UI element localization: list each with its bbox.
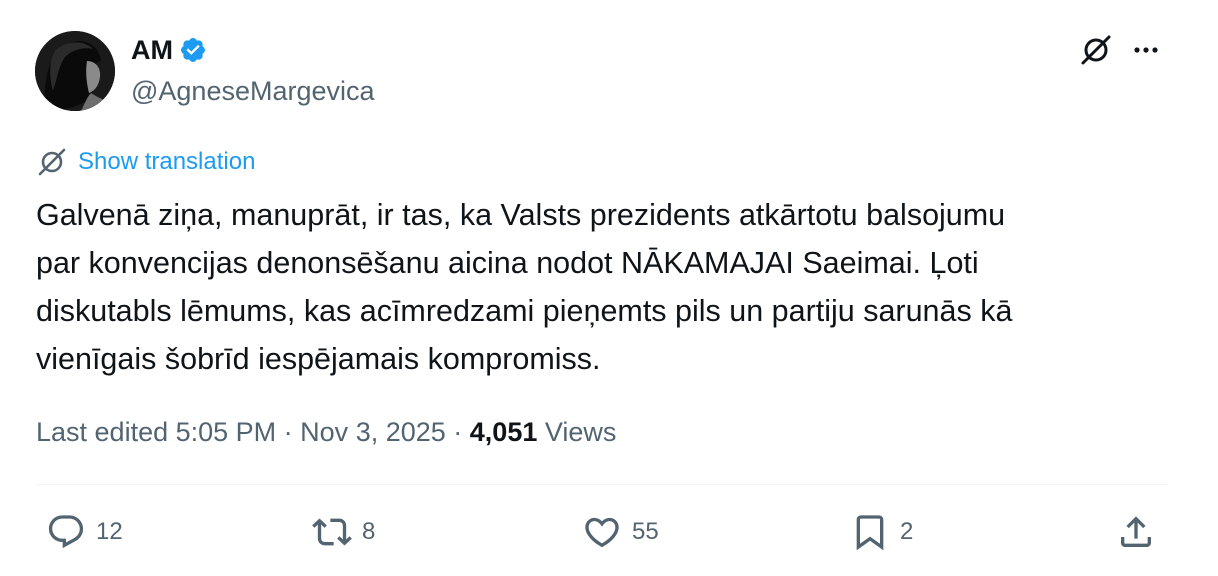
meta-separator: · (445, 417, 470, 447)
reply-button[interactable]: 12 (46, 512, 123, 552)
author-handle[interactable]: @AgneseMargevica (131, 74, 375, 108)
share-button[interactable] (1116, 512, 1156, 552)
timestamp-date: Nov 3, 2025 (300, 417, 446, 447)
avatar[interactable] (35, 31, 115, 111)
display-name[interactable]: AM (131, 34, 173, 66)
grok-button[interactable] (1078, 32, 1114, 68)
verified-badge-icon[interactable] (179, 36, 207, 64)
retweet-icon (312, 518, 352, 546)
reply-count: 12 (96, 518, 123, 545)
like-button[interactable]: 55 (582, 512, 659, 552)
timestamp-time: 5:05 PM (175, 417, 277, 447)
tweet-card: AM @AgneseMargevica Show translation Gal… (0, 0, 1218, 576)
views-count: 4,051 (469, 417, 538, 447)
divider (36, 484, 1168, 485)
bookmark-button[interactable]: 2 (850, 512, 913, 552)
grok-icon (1081, 35, 1111, 65)
tweet-meta: Last edited 5:05 PM · Nov 3, 2025 · 4,05… (36, 414, 616, 450)
show-translation-label[interactable]: Show translation (78, 146, 255, 178)
views-link[interactable]: 4,051 Views (470, 417, 617, 447)
retweet-button[interactable]: 8 (312, 512, 375, 552)
share-icon (1121, 516, 1151, 547)
edited-prefix: Last edited (36, 417, 176, 447)
tweet-text-line: par konvencijas denonsēšanu aicina nodot… (36, 246, 979, 280)
edited-link[interactable]: Last edited 5:05 PM · Nov 3, 2025 (36, 417, 446, 447)
tweet-text: Galvenā ziņa, manuprāt, ir tas, ka Valst… (36, 191, 1186, 383)
reply-icon (48, 515, 84, 549)
tweet-text-line: diskutabls lēmums, kas acīmredzami pieņe… (36, 294, 1013, 328)
retweet-count: 8 (362, 518, 376, 545)
meta-separator: · (276, 417, 301, 447)
views-label: Views (537, 417, 617, 447)
author-name-row[interactable]: AM (131, 34, 207, 66)
grok-translate-icon (38, 148, 66, 176)
tweet-text-line: Galvenā ziņa, manuprāt, ir tas, ka Valst… (36, 198, 1006, 232)
bookmark-count: 2 (900, 518, 914, 545)
tweet-text-line: vienīgais šobrīd iespējamais kompromiss. (36, 342, 601, 376)
bookmark-icon (856, 515, 884, 551)
show-translation-link[interactable]: Show translation (36, 146, 255, 178)
heart-icon (585, 517, 619, 548)
avatar-image (35, 31, 115, 111)
like-count: 55 (632, 518, 659, 545)
more-icon (1134, 47, 1158, 53)
more-options-button[interactable] (1128, 32, 1164, 68)
